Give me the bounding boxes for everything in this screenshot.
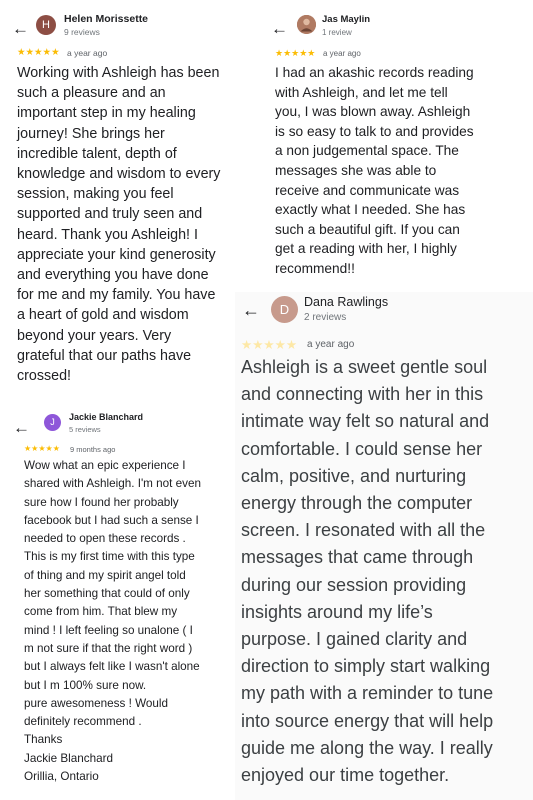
reviewer-name[interactable]: Helen Morissette bbox=[64, 13, 148, 25]
review-text: I had an akashic records reading with As… bbox=[275, 65, 474, 276]
review-text: Ashleigh is a sweet gentle soul and conn… bbox=[241, 357, 494, 786]
star-rating: ★★★★★ bbox=[24, 444, 60, 453]
review-date: a year ago bbox=[67, 48, 108, 58]
review-count: 5 reviews bbox=[69, 425, 101, 434]
review-text: Wow what an epic experience I shared wit… bbox=[24, 459, 201, 784]
review-card-jas: ← Jas Maylin 1 review ★★★★★ a year ago I… bbox=[265, 0, 533, 292]
avatar-initial: D bbox=[279, 302, 290, 317]
avatar[interactable]: J bbox=[44, 414, 61, 431]
review-count: 1 review bbox=[322, 28, 352, 37]
avatar-photo-icon bbox=[297, 15, 316, 34]
star-rating: ★★★★★ bbox=[241, 338, 298, 352]
review-date: 9 months ago bbox=[70, 445, 116, 454]
avatar-initial: H bbox=[42, 19, 50, 31]
avatar[interactable]: H bbox=[36, 15, 56, 35]
review-date: a year ago bbox=[323, 49, 361, 58]
review-card-helen: ← H Helen Morissette 9 reviews ★★★★★ a y… bbox=[0, 0, 265, 400]
avatar[interactable] bbox=[297, 15, 316, 34]
reviewer-name[interactable]: Dana Rawlings bbox=[304, 295, 388, 309]
review-card-jackie: ← J Jackie Blanchard 5 reviews ★★★★★ 9 m… bbox=[0, 400, 235, 800]
review-date: a year ago bbox=[307, 339, 355, 350]
review-text: Working with Ashleigh has been such a pl… bbox=[17, 65, 221, 385]
review-card-dana: ← D Dana Rawlings 2 reviews ★★★★★ a year… bbox=[235, 292, 533, 800]
avatar[interactable]: D bbox=[271, 296, 298, 323]
back-arrow-icon[interactable]: ← bbox=[271, 20, 288, 37]
avatar-initial: J bbox=[50, 417, 55, 427]
reviewer-name[interactable]: Jackie Blanchard bbox=[69, 412, 143, 422]
review-count: 2 reviews bbox=[304, 312, 347, 323]
back-arrow-icon[interactable]: ← bbox=[12, 20, 29, 37]
star-rating: ★★★★★ bbox=[17, 47, 60, 58]
reviewer-name[interactable]: Jas Maylin bbox=[322, 14, 370, 25]
star-rating: ★★★★★ bbox=[275, 48, 316, 58]
back-arrow-icon[interactable]: ← bbox=[242, 301, 260, 319]
review-count: 9 reviews bbox=[64, 27, 100, 37]
back-arrow-icon[interactable]: ← bbox=[13, 419, 30, 436]
